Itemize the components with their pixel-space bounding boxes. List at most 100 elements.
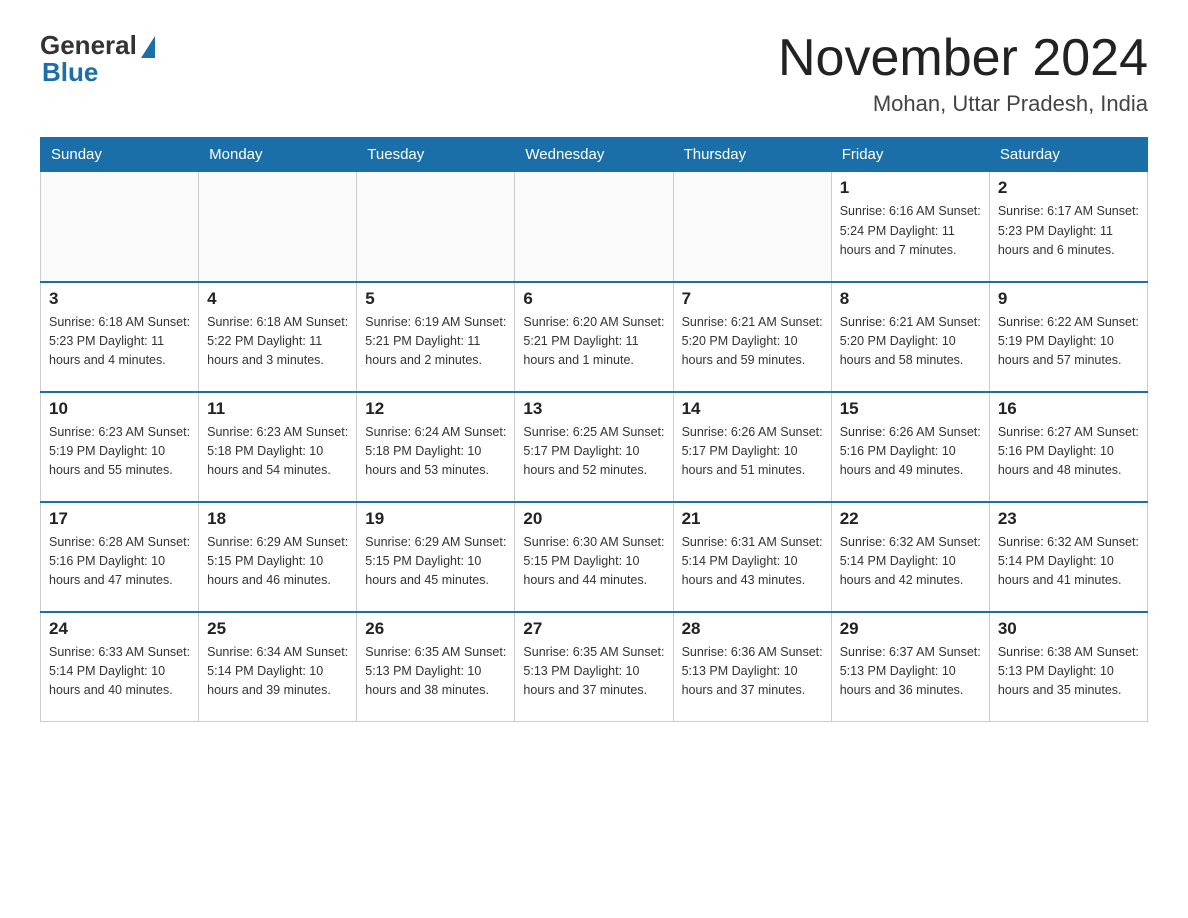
- day-number: 23: [998, 509, 1139, 529]
- day-info: Sunrise: 6:34 AM Sunset: 5:14 PM Dayligh…: [207, 643, 348, 701]
- day-info: Sunrise: 6:26 AM Sunset: 5:16 PM Dayligh…: [840, 423, 981, 481]
- location-title: Mohan, Uttar Pradesh, India: [778, 91, 1148, 117]
- logo: General Blue: [40, 30, 155, 88]
- day-info: Sunrise: 6:21 AM Sunset: 5:20 PM Dayligh…: [682, 313, 823, 371]
- day-number: 18: [207, 509, 348, 529]
- calendar-cell: [199, 172, 357, 282]
- day-number: 12: [365, 399, 506, 419]
- calendar-cell: 2 Sunrise: 6:17 AM Sunset: 5:23 PM Daylig…: [989, 172, 1147, 282]
- logo-blue-row: Blue: [40, 57, 98, 88]
- calendar-cell: 6 Sunrise: 6:20 AM Sunset: 5:21 PM Daylig…: [515, 282, 673, 392]
- calendar-cell: 10 Sunrise: 6:23 AM Sunset: 5:19 PM Dayli…: [41, 392, 199, 502]
- day-number: 9: [998, 289, 1139, 309]
- weekday-header-sunday: Sunday: [41, 138, 199, 172]
- calendar-cell: 14 Sunrise: 6:26 AM Sunset: 5:17 PM Dayli…: [673, 392, 831, 502]
- day-number: 13: [523, 399, 664, 419]
- day-info: Sunrise: 6:30 AM Sunset: 5:15 PM Dayligh…: [523, 533, 664, 591]
- day-number: 4: [207, 289, 348, 309]
- week-row-2: 3 Sunrise: 6:18 AM Sunset: 5:23 PM Daylig…: [41, 282, 1148, 392]
- day-number: 27: [523, 619, 664, 639]
- calendar-cell: 11 Sunrise: 6:23 AM Sunset: 5:18 PM Dayli…: [199, 392, 357, 502]
- calendar-cell: 17 Sunrise: 6:28 AM Sunset: 5:16 PM Dayli…: [41, 502, 199, 612]
- day-number: 19: [365, 509, 506, 529]
- day-number: 30: [998, 619, 1139, 639]
- day-info: Sunrise: 6:32 AM Sunset: 5:14 PM Dayligh…: [998, 533, 1139, 591]
- title-area: November 2024 Mohan, Uttar Pradesh, Indi…: [778, 30, 1148, 117]
- calendar-cell: 20 Sunrise: 6:30 AM Sunset: 5:15 PM Dayli…: [515, 502, 673, 612]
- day-number: 15: [840, 399, 981, 419]
- calendar-cell: 3 Sunrise: 6:18 AM Sunset: 5:23 PM Daylig…: [41, 282, 199, 392]
- day-info: Sunrise: 6:16 AM Sunset: 5:24 PM Dayligh…: [840, 202, 981, 260]
- day-info: Sunrise: 6:35 AM Sunset: 5:13 PM Dayligh…: [523, 643, 664, 701]
- day-number: 29: [840, 619, 981, 639]
- calendar-cell: 12 Sunrise: 6:24 AM Sunset: 5:18 PM Dayli…: [357, 392, 515, 502]
- day-number: 24: [49, 619, 190, 639]
- calendar-cell: [673, 172, 831, 282]
- day-number: 7: [682, 289, 823, 309]
- calendar-cell: 7 Sunrise: 6:21 AM Sunset: 5:20 PM Daylig…: [673, 282, 831, 392]
- weekday-header-saturday: Saturday: [989, 138, 1147, 172]
- day-number: 8: [840, 289, 981, 309]
- calendar-cell: [41, 172, 199, 282]
- calendar-cell: 19 Sunrise: 6:29 AM Sunset: 5:15 PM Dayli…: [357, 502, 515, 612]
- weekday-header-monday: Monday: [199, 138, 357, 172]
- day-info: Sunrise: 6:18 AM Sunset: 5:23 PM Dayligh…: [49, 313, 190, 371]
- calendar-cell: 9Sunrise: 6:22 AM Sunset: 5:19 PM Daylig…: [989, 282, 1147, 392]
- weekday-header-thursday: Thursday: [673, 138, 831, 172]
- week-row-5: 24Sunrise: 6:33 AM Sunset: 5:14 PM Dayli…: [41, 612, 1148, 722]
- calendar-cell: 27 Sunrise: 6:35 AM Sunset: 5:13 PM Dayli…: [515, 612, 673, 722]
- calendar-cell: 8 Sunrise: 6:21 AM Sunset: 5:20 PM Daylig…: [831, 282, 989, 392]
- day-number: 14: [682, 399, 823, 419]
- week-row-3: 10 Sunrise: 6:23 AM Sunset: 5:19 PM Dayli…: [41, 392, 1148, 502]
- calendar-cell: 16 Sunrise: 6:27 AM Sunset: 5:16 PM Dayli…: [989, 392, 1147, 502]
- day-number: 21: [682, 509, 823, 529]
- day-info: Sunrise: 6:29 AM Sunset: 5:15 PM Dayligh…: [365, 533, 506, 591]
- day-number: 28: [682, 619, 823, 639]
- logo-blue-text: Blue: [42, 57, 98, 88]
- calendar-cell: 18Sunrise: 6:29 AM Sunset: 5:15 PM Dayli…: [199, 502, 357, 612]
- day-number: 3: [49, 289, 190, 309]
- calendar-cell: 30 Sunrise: 6:38 AM Sunset: 5:13 PM Dayli…: [989, 612, 1147, 722]
- day-info: Sunrise: 6:24 AM Sunset: 5:18 PM Dayligh…: [365, 423, 506, 481]
- calendar-cell: 5Sunrise: 6:19 AM Sunset: 5:21 PM Daylig…: [357, 282, 515, 392]
- day-info: Sunrise: 6:35 AM Sunset: 5:13 PM Dayligh…: [365, 643, 506, 701]
- calendar-cell: 26 Sunrise: 6:35 AM Sunset: 5:13 PM Dayli…: [357, 612, 515, 722]
- day-info: Sunrise: 6:20 AM Sunset: 5:21 PM Dayligh…: [523, 313, 664, 371]
- day-number: 11: [207, 399, 348, 419]
- day-info: Sunrise: 6:36 AM Sunset: 5:13 PM Dayligh…: [682, 643, 823, 701]
- day-info: Sunrise: 6:23 AM Sunset: 5:19 PM Dayligh…: [49, 423, 190, 481]
- calendar-cell: 29Sunrise: 6:37 AM Sunset: 5:13 PM Dayli…: [831, 612, 989, 722]
- day-info: Sunrise: 6:25 AM Sunset: 5:17 PM Dayligh…: [523, 423, 664, 481]
- calendar-cell: 1 Sunrise: 6:16 AM Sunset: 5:24 PM Daylig…: [831, 172, 989, 282]
- calendar-cell: 28 Sunrise: 6:36 AM Sunset: 5:13 PM Dayli…: [673, 612, 831, 722]
- day-info: Sunrise: 6:21 AM Sunset: 5:20 PM Dayligh…: [840, 313, 981, 371]
- day-info: Sunrise: 6:26 AM Sunset: 5:17 PM Dayligh…: [682, 423, 823, 481]
- day-number: 22: [840, 509, 981, 529]
- calendar-cell: 23 Sunrise: 6:32 AM Sunset: 5:14 PM Dayli…: [989, 502, 1147, 612]
- calendar-cell: [515, 172, 673, 282]
- week-row-4: 17 Sunrise: 6:28 AM Sunset: 5:16 PM Dayli…: [41, 502, 1148, 612]
- day-number: 6: [523, 289, 664, 309]
- day-number: 26: [365, 619, 506, 639]
- day-info: Sunrise: 6:38 AM Sunset: 5:13 PM Dayligh…: [998, 643, 1139, 701]
- day-info: Sunrise: 6:23 AM Sunset: 5:18 PM Dayligh…: [207, 423, 348, 481]
- weekday-header-friday: Friday: [831, 138, 989, 172]
- day-number: 1: [840, 178, 981, 198]
- day-info: Sunrise: 6:17 AM Sunset: 5:23 PM Dayligh…: [998, 202, 1139, 260]
- day-number: 2: [998, 178, 1139, 198]
- day-number: 10: [49, 399, 190, 419]
- calendar-cell: 25 Sunrise: 6:34 AM Sunset: 5:14 PM Dayli…: [199, 612, 357, 722]
- weekday-header-wednesday: Wednesday: [515, 138, 673, 172]
- day-number: 16: [998, 399, 1139, 419]
- calendar-cell: [357, 172, 515, 282]
- weekday-header-row: SundayMondayTuesdayWednesdayThursdayFrid…: [41, 138, 1148, 172]
- calendar-cell: 15 Sunrise: 6:26 AM Sunset: 5:16 PM Dayli…: [831, 392, 989, 502]
- day-number: 20: [523, 509, 664, 529]
- calendar-cell: 13 Sunrise: 6:25 AM Sunset: 5:17 PM Dayli…: [515, 392, 673, 502]
- calendar-cell: 21Sunrise: 6:31 AM Sunset: 5:14 PM Dayli…: [673, 502, 831, 612]
- day-info: Sunrise: 6:32 AM Sunset: 5:14 PM Dayligh…: [840, 533, 981, 591]
- day-info: Sunrise: 6:28 AM Sunset: 5:16 PM Dayligh…: [49, 533, 190, 591]
- day-info: Sunrise: 6:27 AM Sunset: 5:16 PM Dayligh…: [998, 423, 1139, 481]
- day-number: 25: [207, 619, 348, 639]
- day-number: 17: [49, 509, 190, 529]
